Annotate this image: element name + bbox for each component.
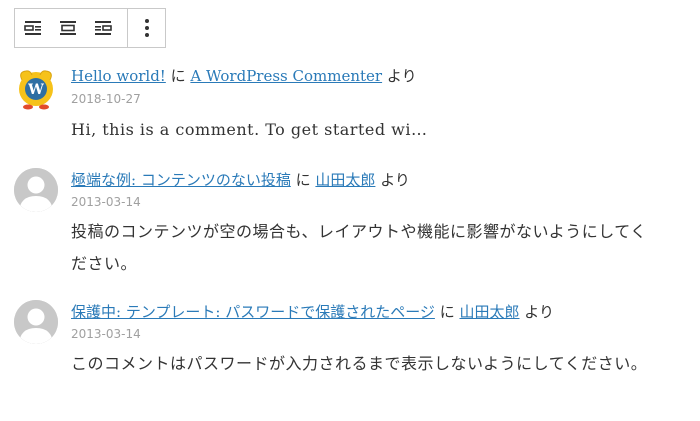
avatar <box>14 168 58 212</box>
wordpress-avatar: W <box>14 66 58 110</box>
more-options-button[interactable] <box>130 9 165 47</box>
comment-date: 2013-03-14 <box>71 327 141 341</box>
default-avatar-icon <box>14 168 58 212</box>
post-title-link[interactable]: Hello world! <box>71 67 166 85</box>
align-center-icon <box>59 21 76 35</box>
wordpress-logo-icon: W <box>19 70 53 110</box>
comment-meta: Hello world! に A WordPress Commenter より <box>71 66 417 86</box>
comment-date: 2013-03-14 <box>71 195 141 209</box>
meta-joiner: に <box>295 171 311 189</box>
default-avatar-icon <box>14 300 58 344</box>
meta-suffix: より <box>524 303 554 321</box>
align-left-icon <box>23 21 41 35</box>
align-center-button[interactable] <box>50 9 85 47</box>
block-toolbar <box>14 8 166 48</box>
comment-date: 2018-10-27 <box>71 92 141 106</box>
meta-joiner: に <box>439 303 455 321</box>
comment-meta: 極端な例: コンテンツのない投稿 に 山田太郎 より <box>71 170 410 190</box>
align-right-button[interactable] <box>86 9 121 47</box>
author-link[interactable]: A WordPress Commenter <box>190 67 382 85</box>
comment-excerpt: Hi, this is a comment. To get started wi… <box>71 120 428 139</box>
align-left-button[interactable] <box>15 9 50 47</box>
post-title-link[interactable]: 保護中: テンプレート: パスワードで保護されたページ <box>71 303 435 321</box>
comment-excerpt: このコメントはパスワードが入力されるまで表示しないようにしてください。 <box>71 354 648 373</box>
avatar <box>14 300 58 344</box>
comment-excerpt: 投稿のコンテンツが空の場合も、レイアウトや機能に影響がないようにしてください。 <box>71 222 647 273</box>
more-vertical-icon <box>145 19 150 37</box>
align-right-icon <box>95 21 112 35</box>
post-title-link[interactable]: 極端な例: コンテンツのない投稿 <box>71 171 291 189</box>
svg-text:W: W <box>27 82 44 98</box>
comment-meta: 保護中: テンプレート: パスワードで保護されたページ に 山田太郎 より <box>71 302 554 322</box>
meta-joiner: に <box>170 67 186 85</box>
author-link[interactable]: 山田太郎 <box>315 171 375 189</box>
author-link[interactable]: 山田太郎 <box>459 303 519 321</box>
toolbar-divider <box>126 9 128 47</box>
meta-suffix: より <box>380 171 410 189</box>
meta-suffix: より <box>386 67 417 85</box>
